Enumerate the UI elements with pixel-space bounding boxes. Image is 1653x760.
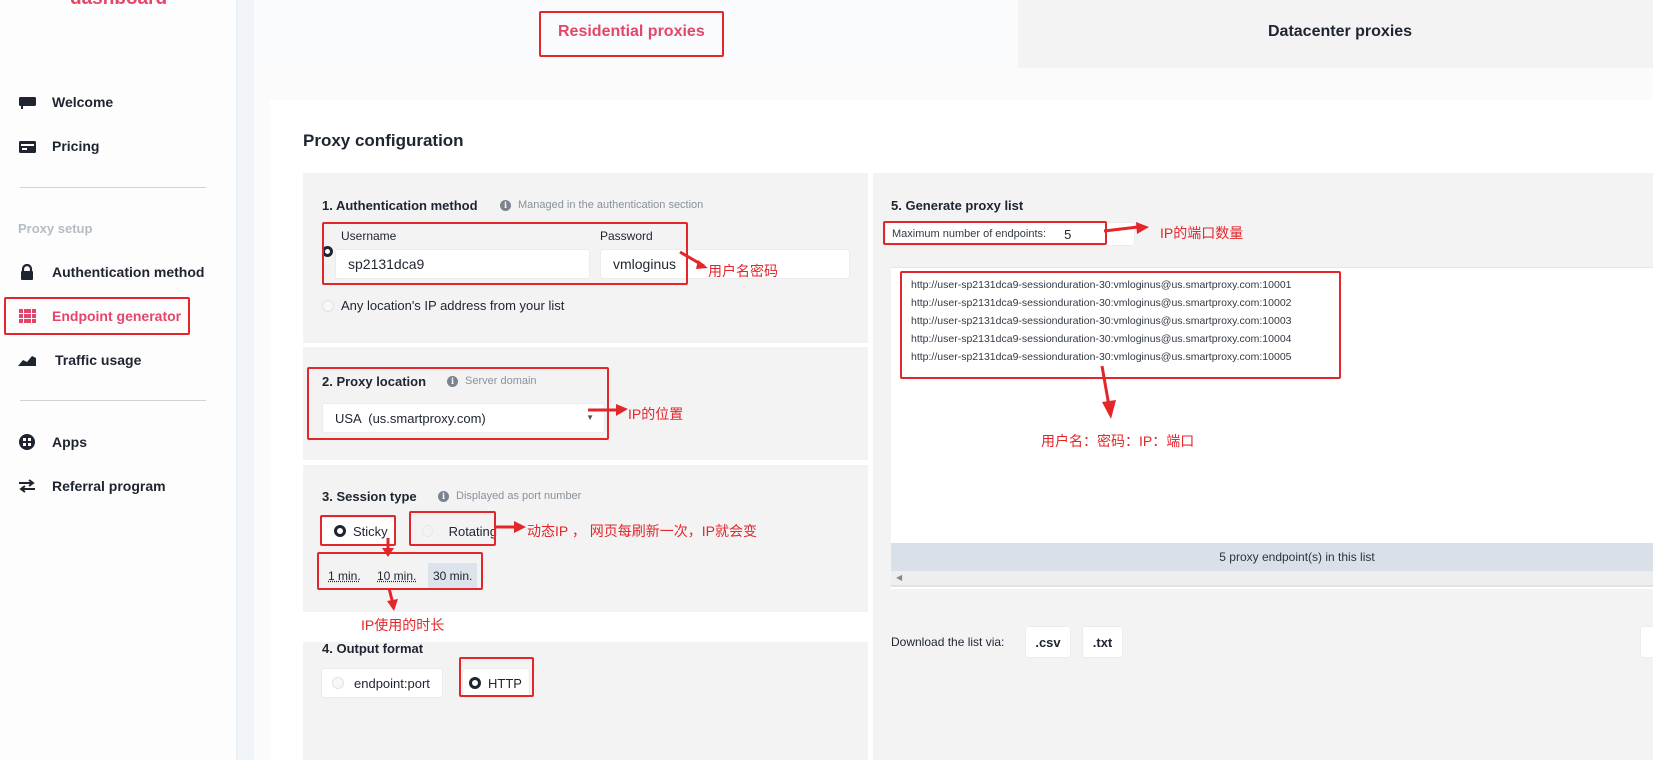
download-csv-button[interactable]: .csv bbox=[1025, 626, 1071, 658]
tab-label: Datacenter proxies bbox=[1268, 23, 1413, 40]
annotation-arrow bbox=[1100, 366, 1116, 419]
sidebar-item-apps[interactable]: Apps bbox=[18, 430, 87, 454]
output-option-endpoint-port[interactable]: endpoint:port bbox=[321, 668, 443, 698]
password-label: Password bbox=[600, 229, 653, 243]
download-label: Download the list via: bbox=[891, 635, 1005, 649]
auth-radio-credentials[interactable] bbox=[322, 246, 333, 257]
divider bbox=[20, 187, 206, 188]
product-tabs: Residential proxies Datacenter proxies bbox=[254, 0, 1653, 68]
annotation-ip-location: IP的位置 bbox=[628, 406, 684, 422]
sidebar-item-authentication-method[interactable]: Authentication method bbox=[18, 260, 204, 284]
divider bbox=[20, 400, 206, 401]
endpoint-item: http://user-sp2131dca9-sessionduration-3… bbox=[911, 333, 1292, 345]
sidebar-item-referral-program[interactable]: Referral program bbox=[18, 474, 166, 498]
sidebar-item-label: Pricing bbox=[52, 138, 100, 154]
max-endpoints-label: Maximum number of endpoints: bbox=[892, 228, 1047, 240]
max-endpoints-value: 5 bbox=[1064, 226, 1072, 242]
sidebar-item-label: Endpoint generator bbox=[52, 308, 182, 324]
annotation-format: 用户名：密码：IP：端口 bbox=[1041, 433, 1195, 449]
location-select[interactable]: USA (us.smartproxy.com) ▼ bbox=[322, 403, 605, 433]
annotation-arrow bbox=[679, 250, 708, 269]
session-option-rotating[interactable]: Rotating bbox=[412, 517, 497, 545]
sidebar-item-label: Traffic usage bbox=[55, 352, 142, 368]
radio-unselected bbox=[422, 525, 433, 537]
radio-selected bbox=[334, 525, 346, 537]
apps-icon bbox=[18, 434, 36, 450]
sidebar-item-label: Referral program bbox=[52, 478, 166, 494]
hint-text: Server domain bbox=[465, 375, 537, 387]
radio-selected bbox=[469, 677, 481, 689]
server-icon bbox=[18, 308, 36, 324]
username-label: Username bbox=[341, 229, 397, 243]
sidebar-item-welcome[interactable]: Welcome bbox=[18, 90, 113, 114]
location-title: 2. Proxy location bbox=[322, 374, 427, 389]
annotation-port-count: IP的端口数量 bbox=[1160, 225, 1244, 241]
location-hint: i Server domain bbox=[447, 375, 537, 387]
tab-residential-proxies[interactable]: Residential proxies bbox=[254, 0, 1018, 68]
auth-title: 1. Authentication method bbox=[322, 198, 478, 213]
option-label: HTTP bbox=[488, 675, 522, 691]
sidebar-item-traffic-usage[interactable]: Traffic usage bbox=[18, 348, 141, 372]
hint-text: Managed in the authentication section bbox=[518, 199, 704, 211]
location-selected-value: USA (us.smartproxy.com) bbox=[335, 410, 486, 426]
sidebar-item-label: Authentication method bbox=[52, 264, 205, 280]
sidebar-item-label: Welcome bbox=[52, 94, 114, 110]
swap-arrows-icon bbox=[18, 478, 36, 494]
sidebar-item-endpoint-generator[interactable]: Endpoint generator bbox=[18, 304, 181, 328]
duration-1min[interactable]: 1 min. bbox=[328, 569, 361, 583]
annotation-rotating: 动态IP ， 网页每刷新一次，IP就会变 bbox=[527, 523, 757, 539]
username-field[interactable]: sp2131dca9 bbox=[335, 249, 590, 279]
credit-card-icon bbox=[18, 138, 36, 154]
section-label-proxy-setup: Proxy setup bbox=[18, 221, 93, 236]
annotation-user-pass: 用户名密码 bbox=[708, 263, 778, 279]
sidebar-item-pricing[interactable]: Pricing bbox=[18, 134, 99, 158]
annotation-arrow bbox=[382, 538, 394, 557]
annotation-arrow bbox=[494, 521, 526, 533]
auth-radio-ip-whitelist[interactable] bbox=[322, 300, 334, 312]
copy-button[interactable] bbox=[1640, 626, 1653, 658]
annotation-arrow bbox=[387, 588, 398, 611]
page-title: Proxy configuration bbox=[303, 131, 464, 150]
option-label: Rotating bbox=[448, 523, 497, 539]
annotation-arrow bbox=[588, 404, 628, 416]
output-option-http[interactable]: HTTP bbox=[462, 668, 530, 698]
endpoint-item: http://user-sp2131dca9-sessionduration-3… bbox=[911, 315, 1292, 327]
page: dashboard Welcome Pricing Proxy setup Au… bbox=[0, 0, 1653, 760]
info-icon: i bbox=[447, 375, 458, 387]
chart-area-icon bbox=[18, 352, 36, 368]
lock-icon bbox=[18, 264, 36, 280]
max-endpoints-field[interactable]: Maximum number of endpoints: 5 bbox=[885, 222, 1135, 246]
tab-datacenter-proxies[interactable]: Datacenter proxies bbox=[1018, 0, 1653, 68]
brand-logo: dashboard bbox=[70, 0, 167, 10]
endpoint-item: http://user-sp2131dca9-sessionduration-3… bbox=[911, 297, 1292, 309]
horizontal-scrollbar[interactable]: ◀ bbox=[891, 571, 1653, 587]
auth-hint: i Managed in the authentication section bbox=[500, 199, 703, 211]
sidebar: dashboard Welcome Pricing Proxy setup Au… bbox=[0, 0, 236, 760]
tab-label: Residential proxies bbox=[558, 23, 705, 40]
endpoint-item: http://user-sp2131dca9-sessionduration-3… bbox=[911, 279, 1292, 291]
session-title: 3. Session type bbox=[322, 489, 417, 504]
sidebar-border bbox=[236, 0, 254, 760]
option-label: endpoint:port bbox=[354, 675, 430, 691]
endpoint-count: 5 proxy endpoint(s) in this list bbox=[891, 543, 1653, 571]
info-icon: i bbox=[438, 490, 449, 502]
monitor-icon bbox=[18, 94, 36, 110]
option-label: Sticky bbox=[353, 523, 388, 539]
annotation-duration: IP使用的时长 bbox=[361, 617, 445, 633]
sidebar-item-label: Apps bbox=[52, 434, 87, 450]
info-icon: i bbox=[500, 199, 511, 211]
duration-10min[interactable]: 10 min. bbox=[377, 569, 416, 583]
download-txt-button[interactable]: .txt bbox=[1082, 626, 1123, 658]
session-hint: i Displayed as port number bbox=[438, 490, 581, 502]
radio-unselected bbox=[332, 677, 344, 689]
output-panel bbox=[303, 642, 868, 760]
endpoint-item: http://user-sp2131dca9-sessionduration-3… bbox=[911, 351, 1292, 363]
auth-alt-option-label: Any location's IP address from your list bbox=[341, 298, 565, 313]
generate-title: 5. Generate proxy list bbox=[891, 198, 1024, 213]
hint-text: Displayed as port number bbox=[456, 490, 582, 502]
duration-30min[interactable]: 30 min. bbox=[428, 563, 478, 589]
annotation-arrow bbox=[1104, 222, 1149, 234]
output-title: 4. Output format bbox=[322, 641, 424, 656]
scroll-left-icon[interactable]: ◀ bbox=[896, 573, 902, 582]
